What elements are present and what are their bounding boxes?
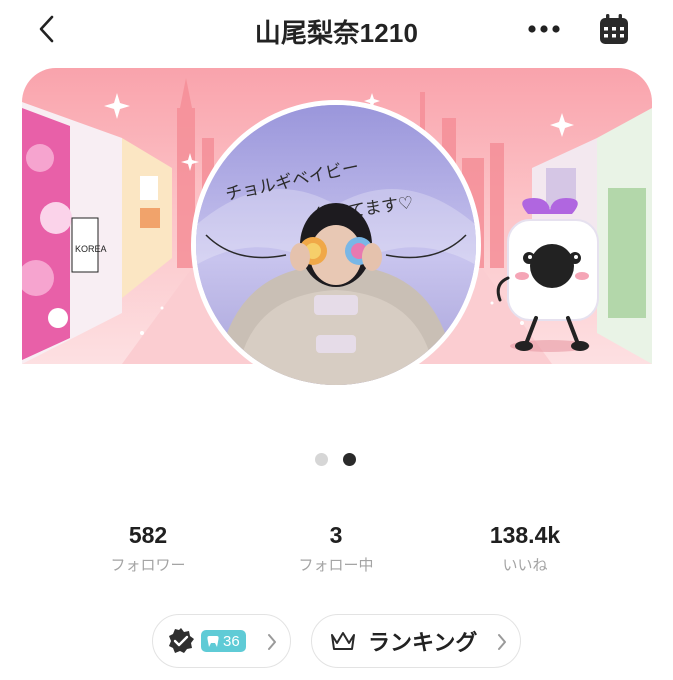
page-dot-1[interactable]	[315, 453, 328, 466]
page-title: 山尾梨奈1210	[254, 18, 419, 48]
top-bar: 山尾梨奈1210	[0, 0, 673, 62]
badge-button[interactable]: 36	[152, 614, 291, 668]
chevron-right-icon	[498, 634, 506, 650]
following-stat[interactable]: 3 フォロー中	[261, 522, 411, 575]
crown-icon	[331, 632, 355, 650]
ranking-button[interactable]: ランキング	[311, 614, 521, 668]
calendar-button[interactable]	[596, 11, 632, 47]
avatar-photo: チョルギベイビー 集めてます♡	[196, 105, 476, 385]
chevron-right-icon	[268, 634, 276, 650]
followers-label: フォロワー	[110, 557, 186, 574]
verified-badge-icon	[169, 628, 194, 653]
tooth-icon	[207, 635, 219, 647]
followers-stat[interactable]: 582 フォロワー	[73, 522, 223, 575]
profile-avatar[interactable]: チョルギベイビー 集めてます♡	[191, 100, 481, 390]
page-dot-2-active[interactable]	[343, 453, 356, 466]
likes-label: いいね	[502, 557, 548, 574]
likes-stat[interactable]: 138.4k いいね	[450, 522, 600, 575]
more-options-button[interactable]	[522, 15, 566, 43]
calendar-icon	[600, 14, 628, 44]
ranking-label: ランキング	[368, 630, 478, 655]
following-label: フォロー中	[298, 557, 374, 574]
followers-count: 582	[128, 522, 168, 548]
more-horizontal-icon	[528, 25, 560, 33]
korea-sign: KOREA	[75, 244, 107, 254]
likes-count: 138.4k	[489, 522, 561, 548]
badge-count-tag: 36	[201, 630, 246, 652]
following-count: 3	[329, 522, 343, 548]
badge-count: 36	[223, 632, 240, 650]
carousel-pagination	[313, 453, 361, 467]
